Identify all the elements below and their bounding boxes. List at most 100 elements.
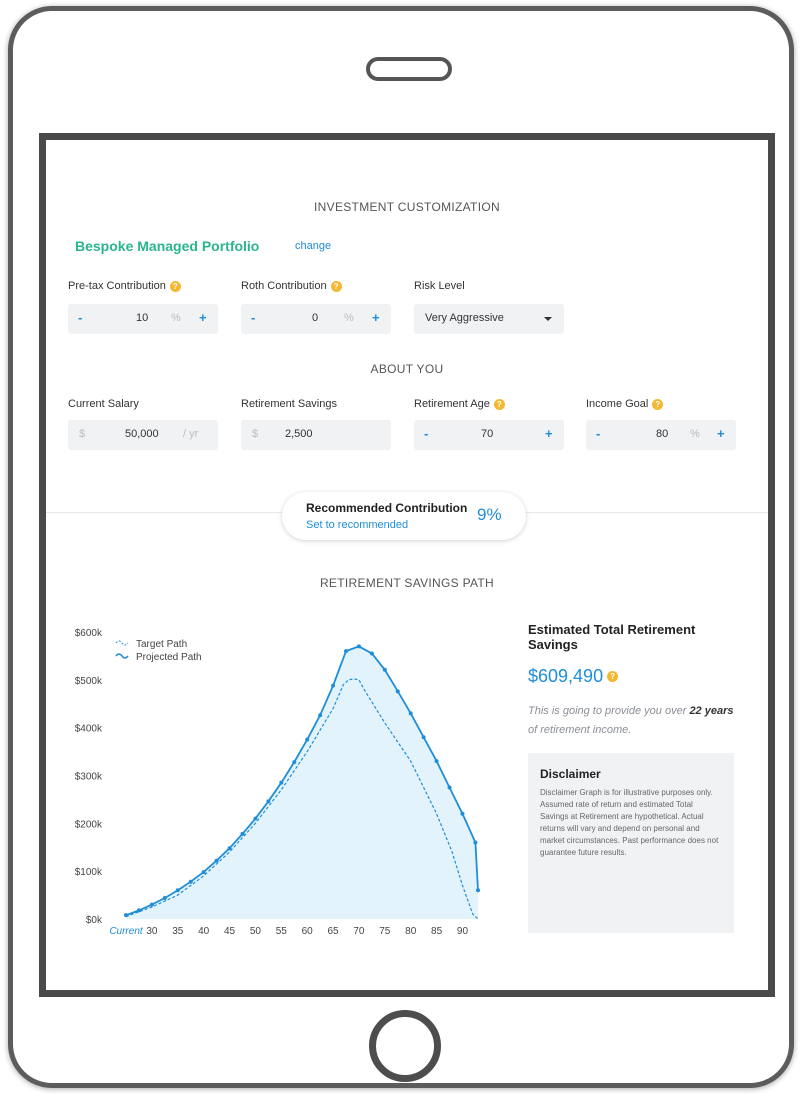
investment-section-title: INVESTMENT CUSTOMIZATION <box>314 200 500 214</box>
salary-unit: / yr <box>183 428 199 440</box>
app-screen: INVESTMENT CUSTOMIZATION Bespoke Managed… <box>39 133 775 997</box>
x-tick-label: 45 <box>224 926 236 937</box>
income-goal-label-text: Income Goal <box>586 398 649 410</box>
roth-label-text: Roth Contribution <box>241 280 327 292</box>
y-tick-label: $500k <box>75 676 103 687</box>
savings-value[interactable]: 2,500 <box>285 428 313 440</box>
chevron-down-icon[interactable] <box>544 317 552 321</box>
projected-point <box>395 689 400 694</box>
projected-point <box>292 760 297 765</box>
projected-point <box>447 785 452 790</box>
projected-point <box>162 895 167 900</box>
x-tick-label: 60 <box>302 926 314 937</box>
projected-point <box>473 840 478 845</box>
retirement-age-label: Retirement Age ? <box>414 398 505 410</box>
estimate-value-row: $609,490 ? <box>528 666 619 687</box>
retirement-age-value[interactable]: 70 <box>481 428 493 440</box>
x-tick-label: 90 <box>457 926 469 937</box>
pretax-unit: % <box>171 312 181 324</box>
projected-point <box>136 908 141 913</box>
income-goal-label: Income Goal ? <box>586 398 664 410</box>
income-goal-stepper[interactable]: - 80 % + <box>586 420 736 450</box>
x-tick-label: 80 <box>405 926 417 937</box>
x-tick-label: 65 <box>327 926 339 937</box>
help-icon[interactable]: ? <box>652 398 664 410</box>
estimate-note: This is going to provide you over 22 yea… <box>528 702 738 740</box>
risk-level-select[interactable]: Very Aggressive <box>414 304 564 334</box>
projected-point <box>434 759 439 764</box>
projected-legend-swatch <box>115 653 129 659</box>
retirement-age-label-text: Retirement Age <box>414 398 490 410</box>
set-to-recommended-link[interactable]: Set to recommended <box>306 519 408 531</box>
retirement-age-decrement-button[interactable]: - <box>424 426 428 441</box>
roth-increment-button[interactable]: + <box>372 310 380 325</box>
projected-point <box>201 870 206 875</box>
legend-target-label: Target Path <box>136 639 187 650</box>
tablet-speaker <box>366 57 452 81</box>
projected-point <box>369 651 374 656</box>
salary-label: Current Salary <box>68 398 139 410</box>
retirement-age-stepper[interactable]: - 70 + <box>414 420 564 450</box>
projected-point <box>476 888 480 893</box>
disclaimer-box: Disclaimer Disclaimer Graph is for illus… <box>528 753 734 933</box>
roth-stepper[interactable]: - 0 % + <box>241 304 391 334</box>
help-icon[interactable]: ? <box>169 280 181 292</box>
projected-point <box>305 737 310 742</box>
retirement-age-increment-button[interactable]: + <box>545 426 553 441</box>
y-tick-label: $0k <box>86 915 103 926</box>
help-icon[interactable]: ? <box>607 671 619 682</box>
projected-point <box>382 667 387 672</box>
pretax-increment-button[interactable]: + <box>199 310 207 325</box>
salary-value[interactable]: 50,000 <box>125 428 159 440</box>
projected-point <box>175 888 180 893</box>
projected-point <box>408 711 413 716</box>
projected-point <box>331 683 336 688</box>
income-goal-increment-button[interactable]: + <box>717 426 725 441</box>
pretax-value[interactable]: 10 <box>136 312 148 324</box>
income-goal-decrement-button[interactable]: - <box>596 426 600 441</box>
projected-point <box>344 649 348 654</box>
recommended-value: 9% <box>477 505 502 524</box>
y-tick-label: $300k <box>75 772 103 783</box>
about-section-title: ABOUT YOU <box>370 362 444 376</box>
pretax-stepper[interactable]: - 10 % + <box>68 304 218 334</box>
x-tick-label: 30 <box>146 926 158 937</box>
projected-point <box>227 846 232 851</box>
pretax-decrement-button[interactable]: - <box>78 310 82 325</box>
projected-point <box>460 811 465 816</box>
x-tick-label: 85 <box>431 926 443 937</box>
x-tick-label: 75 <box>379 926 391 937</box>
x-tick-label: 70 <box>353 926 365 937</box>
projected-point <box>149 902 154 907</box>
income-goal-value[interactable]: 80 <box>656 428 668 440</box>
projected-point <box>266 799 271 804</box>
x-tick-label: 50 <box>250 926 262 937</box>
x-tick-label: 40 <box>198 926 210 937</box>
savings-input[interactable]: $ 2,500 <box>241 420 391 450</box>
pretax-label: Pre-tax Contribution ? <box>68 280 181 292</box>
change-portfolio-link[interactable]: change <box>295 240 331 252</box>
projected-point <box>124 913 128 918</box>
x-tick-label: 55 <box>276 926 288 937</box>
help-icon[interactable]: ? <box>330 280 342 292</box>
projected-point <box>188 879 193 884</box>
retirement-savings-chart: $0k $100k $200k $300k $400k $500k $600k Current… <box>75 628 480 937</box>
estimate-note-post: of retirement income. <box>528 724 632 736</box>
savings-label: Retirement Savings <box>241 398 337 410</box>
roth-unit: % <box>344 312 354 324</box>
y-tick-label: $600k <box>75 628 103 639</box>
roth-decrement-button[interactable]: - <box>251 310 255 325</box>
salary-input[interactable]: $ 50,000 / yr <box>68 420 218 450</box>
income-goal-unit: % <box>690 428 700 440</box>
roth-value[interactable]: 0 <box>312 312 318 324</box>
projected-point <box>318 713 323 718</box>
estimate-years: 22 <box>689 705 702 717</box>
legend-projected-label: Projected Path <box>136 652 202 663</box>
estimate-value: $609,490 <box>528 666 604 686</box>
help-icon[interactable]: ? <box>493 398 505 410</box>
projected-point <box>279 780 284 785</box>
projected-point <box>253 816 258 821</box>
pretax-label-text: Pre-tax Contribution <box>68 280 166 292</box>
tablet-home-button[interactable] <box>369 1010 441 1082</box>
risk-level-value[interactable]: Very Aggressive <box>425 312 504 324</box>
